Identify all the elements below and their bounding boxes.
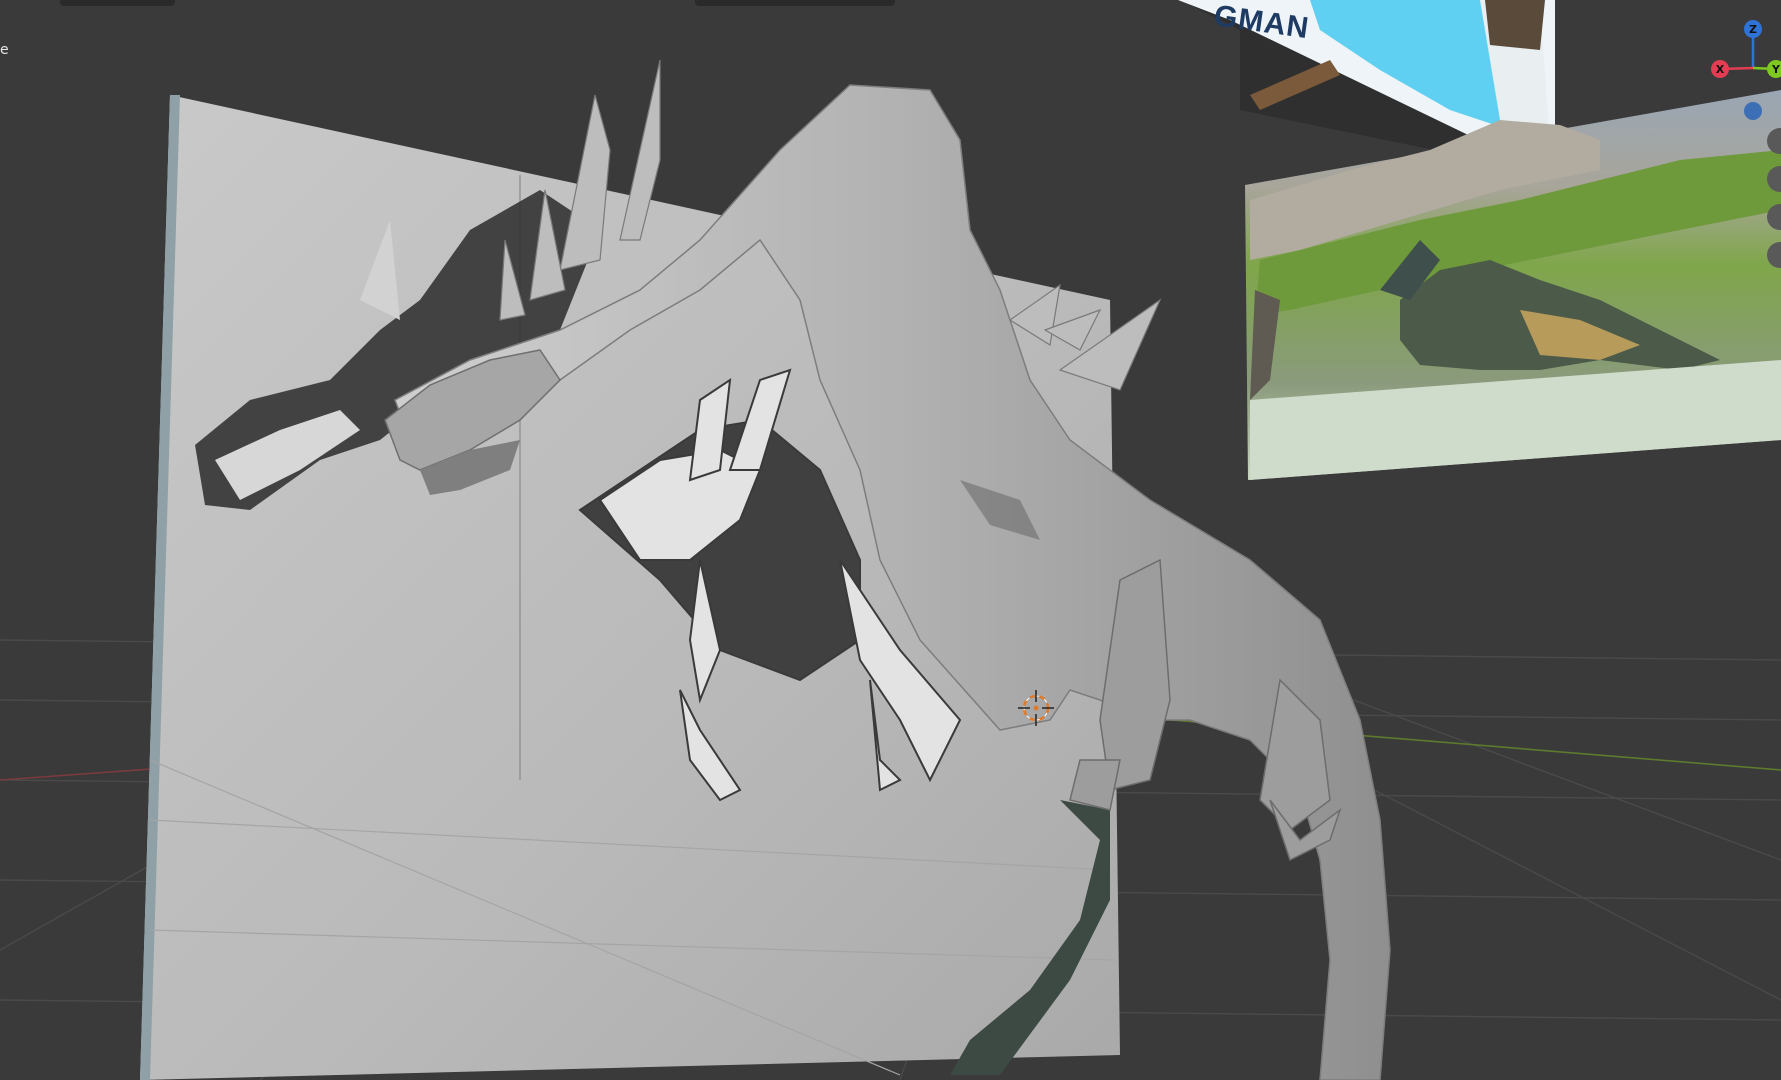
view-orbit-icon[interactable] — [1744, 102, 1762, 120]
svg-text:X: X — [1716, 63, 1725, 76]
y-axis-icon[interactable]: Y — [1767, 60, 1781, 78]
svg-text:Z: Z — [1749, 23, 1757, 36]
reference-plane-back[interactable] — [1245, 90, 1781, 480]
nav-gizmo[interactable]: Z X Y — [1690, 15, 1781, 130]
svg-text:Y: Y — [1771, 63, 1781, 76]
x-axis-icon[interactable]: X — [1711, 60, 1729, 78]
z-axis-icon[interactable]: Z — [1744, 20, 1762, 38]
viewport-corner-label: e — [0, 42, 9, 58]
viewport-scene: GMAN — [0, 0, 1781, 1080]
3d-viewport[interactable]: GMAN e Z X Y — [0, 0, 1781, 1080]
